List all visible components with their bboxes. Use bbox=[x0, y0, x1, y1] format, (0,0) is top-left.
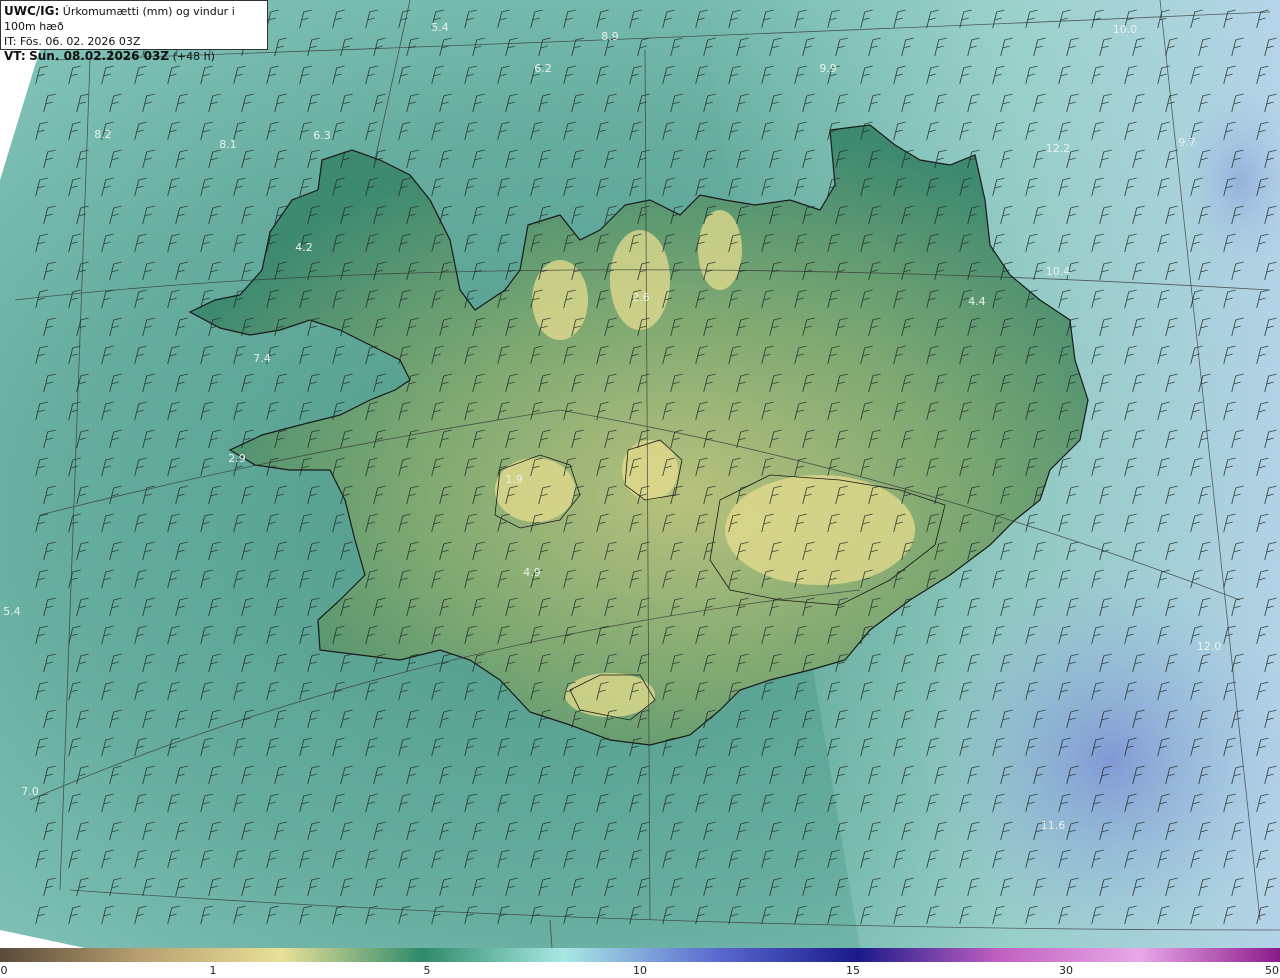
precip-value-label: 12.0 bbox=[1197, 640, 1222, 653]
colorbar-strip bbox=[0, 948, 1280, 962]
precip-value-label: 11.6 bbox=[1041, 819, 1066, 832]
colorbar-tick-label: 0 bbox=[0, 964, 8, 977]
precip-value-label: 12.2 bbox=[1046, 142, 1071, 155]
precip-value-label: 10.0 bbox=[1113, 23, 1138, 36]
precip-value-label: 5.4 bbox=[3, 605, 21, 618]
precip-value-label: 7.0 bbox=[21, 785, 39, 798]
model-label: UWC/IG: bbox=[4, 4, 60, 18]
colorbar-tick-label: 50 bbox=[1265, 964, 1279, 977]
valid-time: Sun. 08.02.2026 03Z bbox=[29, 49, 170, 63]
precip-value-label: 5.4 bbox=[431, 21, 449, 34]
precip-value-label: 4.4 bbox=[968, 295, 986, 308]
precip-value-label: 2.6 bbox=[632, 291, 650, 304]
precip-value-label: 8.1 bbox=[219, 138, 237, 151]
precip-value-label: 2.9 bbox=[228, 452, 246, 465]
precip-value-label: 10.4 bbox=[1046, 265, 1071, 278]
colorbar: 0 1 5 10 15 30 50 bbox=[0, 948, 1280, 978]
colorbar-tick-label: 15 bbox=[846, 964, 860, 977]
precip-value-label: 6.3 bbox=[313, 129, 331, 142]
colorbar-tick-label: 5 bbox=[423, 964, 431, 977]
valid-prefix: VT: bbox=[4, 49, 26, 63]
lead-time: (+48 h) bbox=[172, 50, 215, 63]
precip-value-label: 9.7 bbox=[1178, 136, 1196, 149]
precip-value-label: 7.4 bbox=[253, 352, 271, 365]
precip-value-label: 4.2 bbox=[295, 241, 313, 254]
precip-value-label: 1.9 bbox=[505, 473, 523, 486]
colorbar-tick-label: 30 bbox=[1059, 964, 1073, 977]
precip-value-label: 4.9 bbox=[523, 566, 541, 579]
precip-value-label: 9.9 bbox=[819, 62, 837, 75]
init-time: IT: Fös. 06. 02. 2026 03Z bbox=[4, 35, 141, 48]
precip-value-label: 6.2 bbox=[534, 62, 552, 75]
precipitation-wind-map: 5.4 8.9 6.2 10.0 8.2 8.1 6.3 4.2 2.6 4.4 10.4 7.4 2.… bbox=[0, 0, 1280, 948]
precip-value-label: 8.9 bbox=[601, 30, 619, 43]
map-info-box: UWC/IG: Úrkomumætti (mm) og vindur i 100… bbox=[0, 0, 268, 63]
colorbar-tick-label: 1 bbox=[209, 964, 217, 977]
colorbar-tick-label: 10 bbox=[633, 964, 647, 977]
precip-value-label: 8.2 bbox=[94, 128, 112, 141]
